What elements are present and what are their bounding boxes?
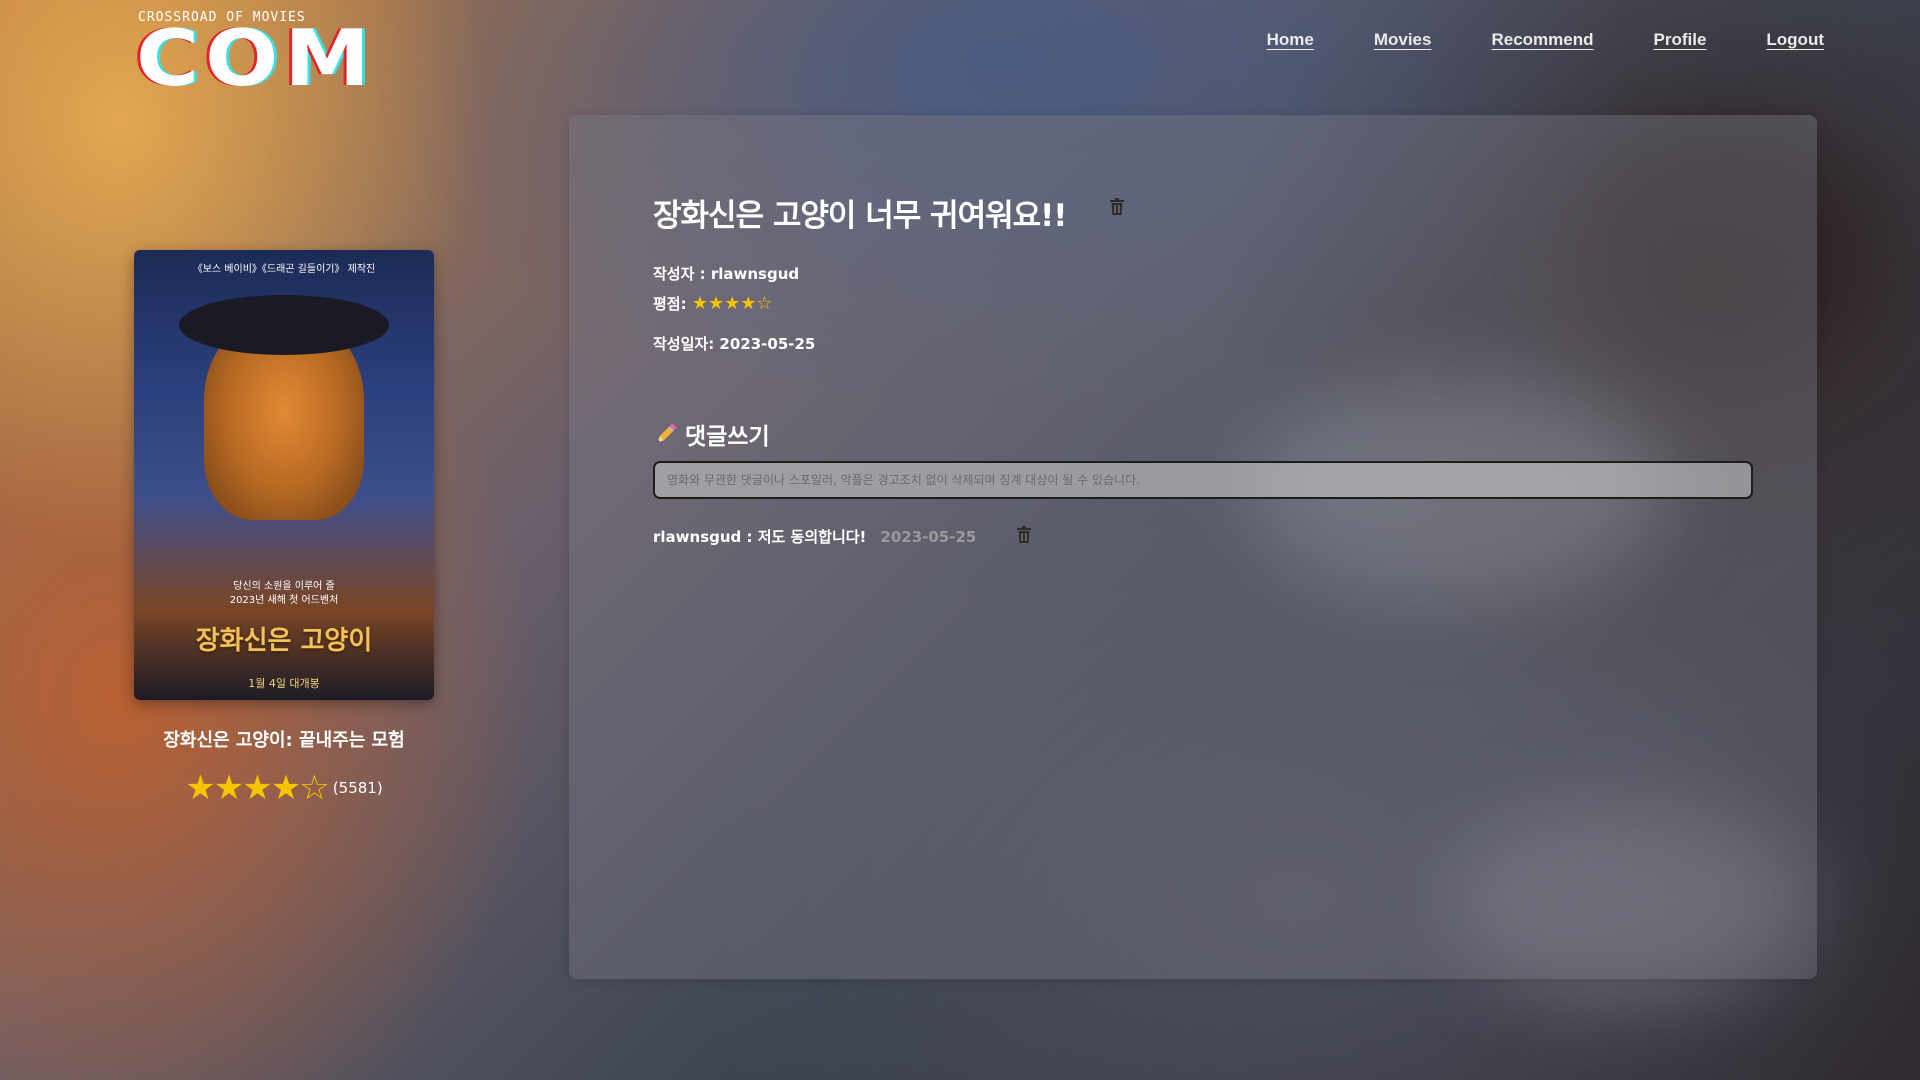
poster-tagline: 당신의 소원을 이루어 줄 2023년 새해 첫 어드벤처	[134, 580, 434, 608]
poster-title: 장화신은 고양이	[195, 626, 373, 656]
comment-input[interactable]	[653, 461, 1753, 499]
trash-icon[interactable]	[1109, 198, 1125, 216]
poster-tagline-line2: 2023년 새해 첫 어드벤처	[229, 595, 339, 606]
logo-wordmark: COM	[136, 14, 376, 104]
site-logo[interactable]: CROSSROAD OF MOVIES COM	[136, 10, 396, 103]
nav-recommend[interactable]: Recommend	[1491, 30, 1593, 50]
comment-text: rlawnsgud : 저도 동의합니다!	[653, 528, 867, 546]
nav-profile[interactable]: Profile	[1654, 30, 1707, 50]
nav-home[interactable]: Home	[1267, 30, 1314, 50]
comment-heading-text: 댓글쓰기	[685, 424, 770, 450]
review-score-stars: ★★★★☆	[691, 293, 773, 314]
poster-hat-art	[179, 295, 389, 355]
review-author: 작성자 : rlawnsgud	[653, 265, 800, 283]
movie-poster[interactable]: 《보스 베이비》《드래곤 길들이기》 제작진 당신의 소원을 이루어 줄 202…	[134, 250, 434, 700]
comment-heading: 댓글쓰기	[653, 417, 770, 451]
poster-release-date: 1월 4일 대개봉	[248, 677, 320, 690]
movie-title: 장화신은 고양이: 끝내주는 모험	[163, 730, 405, 751]
review-score-label: 평점:	[653, 295, 687, 313]
review-score: 평점: ★★★★☆	[653, 293, 773, 314]
trash-icon[interactable]	[1016, 525, 1032, 544]
comment-date: 2023-05-25	[880, 527, 977, 546]
nav-logout[interactable]: Logout	[1766, 30, 1824, 50]
nav-movies[interactable]: Movies	[1374, 30, 1432, 50]
poster-top-text: 《보스 베이비》《드래곤 길들이기》 제작진	[192, 264, 376, 275]
comment-item: rlawnsgud : 저도 동의합니다! 2023-05-25	[653, 525, 1032, 547]
pencil-icon	[657, 423, 677, 443]
movie-vote-count: (5581)	[332, 779, 383, 797]
review-panel: 장화신은 고양이 너무 귀여워요!! 작성자 : rlawnsgud 평점: ★…	[569, 115, 1817, 979]
top-nav: Home Movies Recommend Profile Logout	[1267, 30, 1824, 50]
review-date: 작성일자: 2023-05-25	[653, 335, 816, 353]
movie-rating: ★★★★☆ (5581)	[134, 768, 434, 808]
movie-rating-stars: ★★★★☆	[185, 768, 329, 808]
review-title: 장화신은 고양이 너무 귀여워요!!	[653, 198, 1067, 234]
poster-tagline-line1: 당신의 소원을 이루어 줄	[233, 581, 335, 592]
